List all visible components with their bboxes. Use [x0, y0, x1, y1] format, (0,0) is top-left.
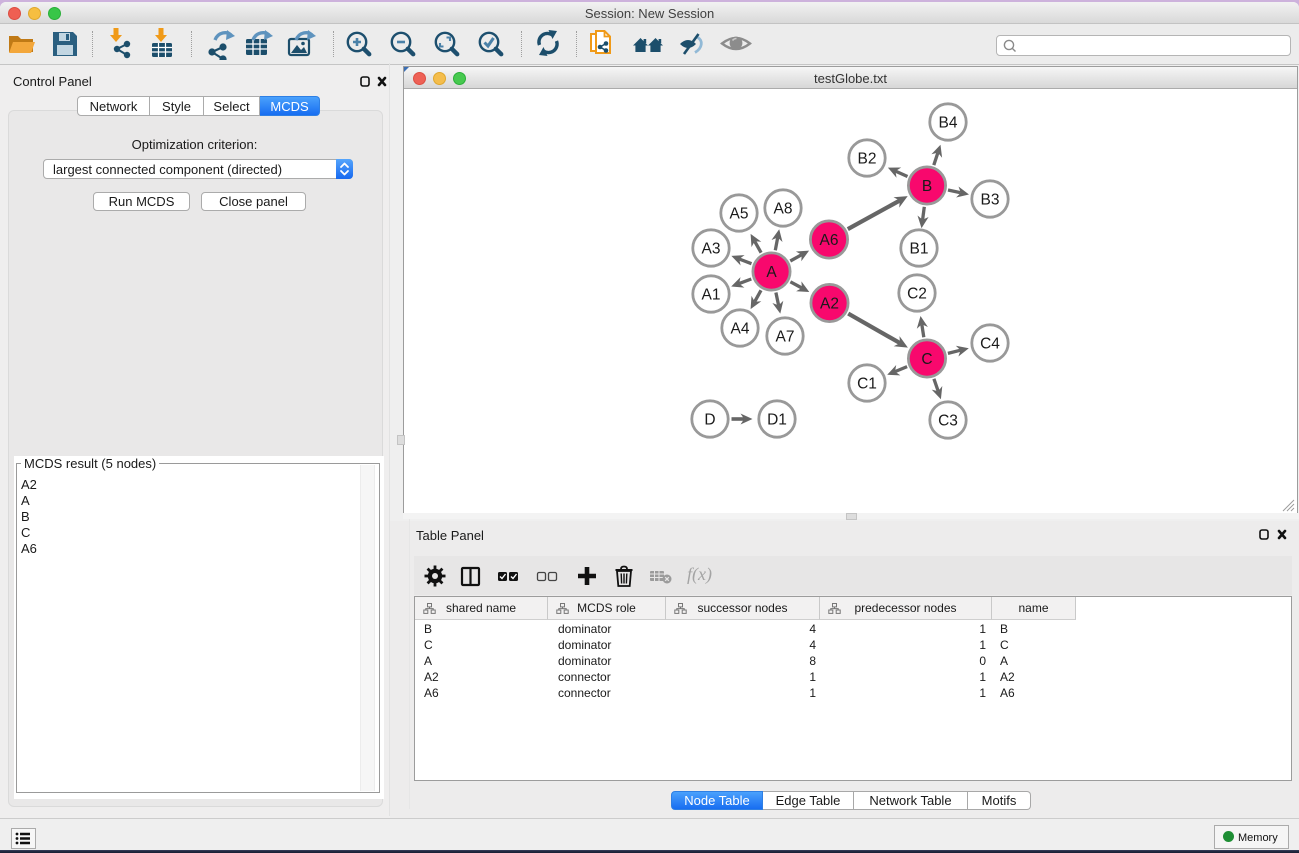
- svg-text:A5: A5: [730, 205, 749, 222]
- svg-text:C2: C2: [907, 285, 927, 302]
- svg-text:A3: A3: [702, 240, 721, 257]
- svg-text:A: A: [766, 264, 777, 281]
- svg-text:D: D: [704, 411, 715, 428]
- svg-text:B4: B4: [939, 114, 958, 131]
- svg-text:B1: B1: [910, 240, 929, 257]
- svg-text:C: C: [921, 351, 932, 368]
- svg-text:C1: C1: [857, 375, 877, 392]
- svg-text:B3: B3: [981, 191, 1000, 208]
- svg-text:A4: A4: [731, 320, 750, 337]
- svg-text:A7: A7: [776, 328, 795, 345]
- svg-text:A6: A6: [820, 232, 839, 249]
- svg-text:C4: C4: [980, 335, 1000, 352]
- svg-text:B2: B2: [858, 150, 877, 167]
- svg-text:C3: C3: [938, 412, 958, 429]
- svg-text:B: B: [922, 178, 932, 195]
- svg-text:A1: A1: [702, 286, 721, 303]
- svg-text:A2: A2: [820, 295, 839, 312]
- svg-text:D1: D1: [767, 411, 787, 428]
- svg-text:A8: A8: [774, 200, 793, 217]
